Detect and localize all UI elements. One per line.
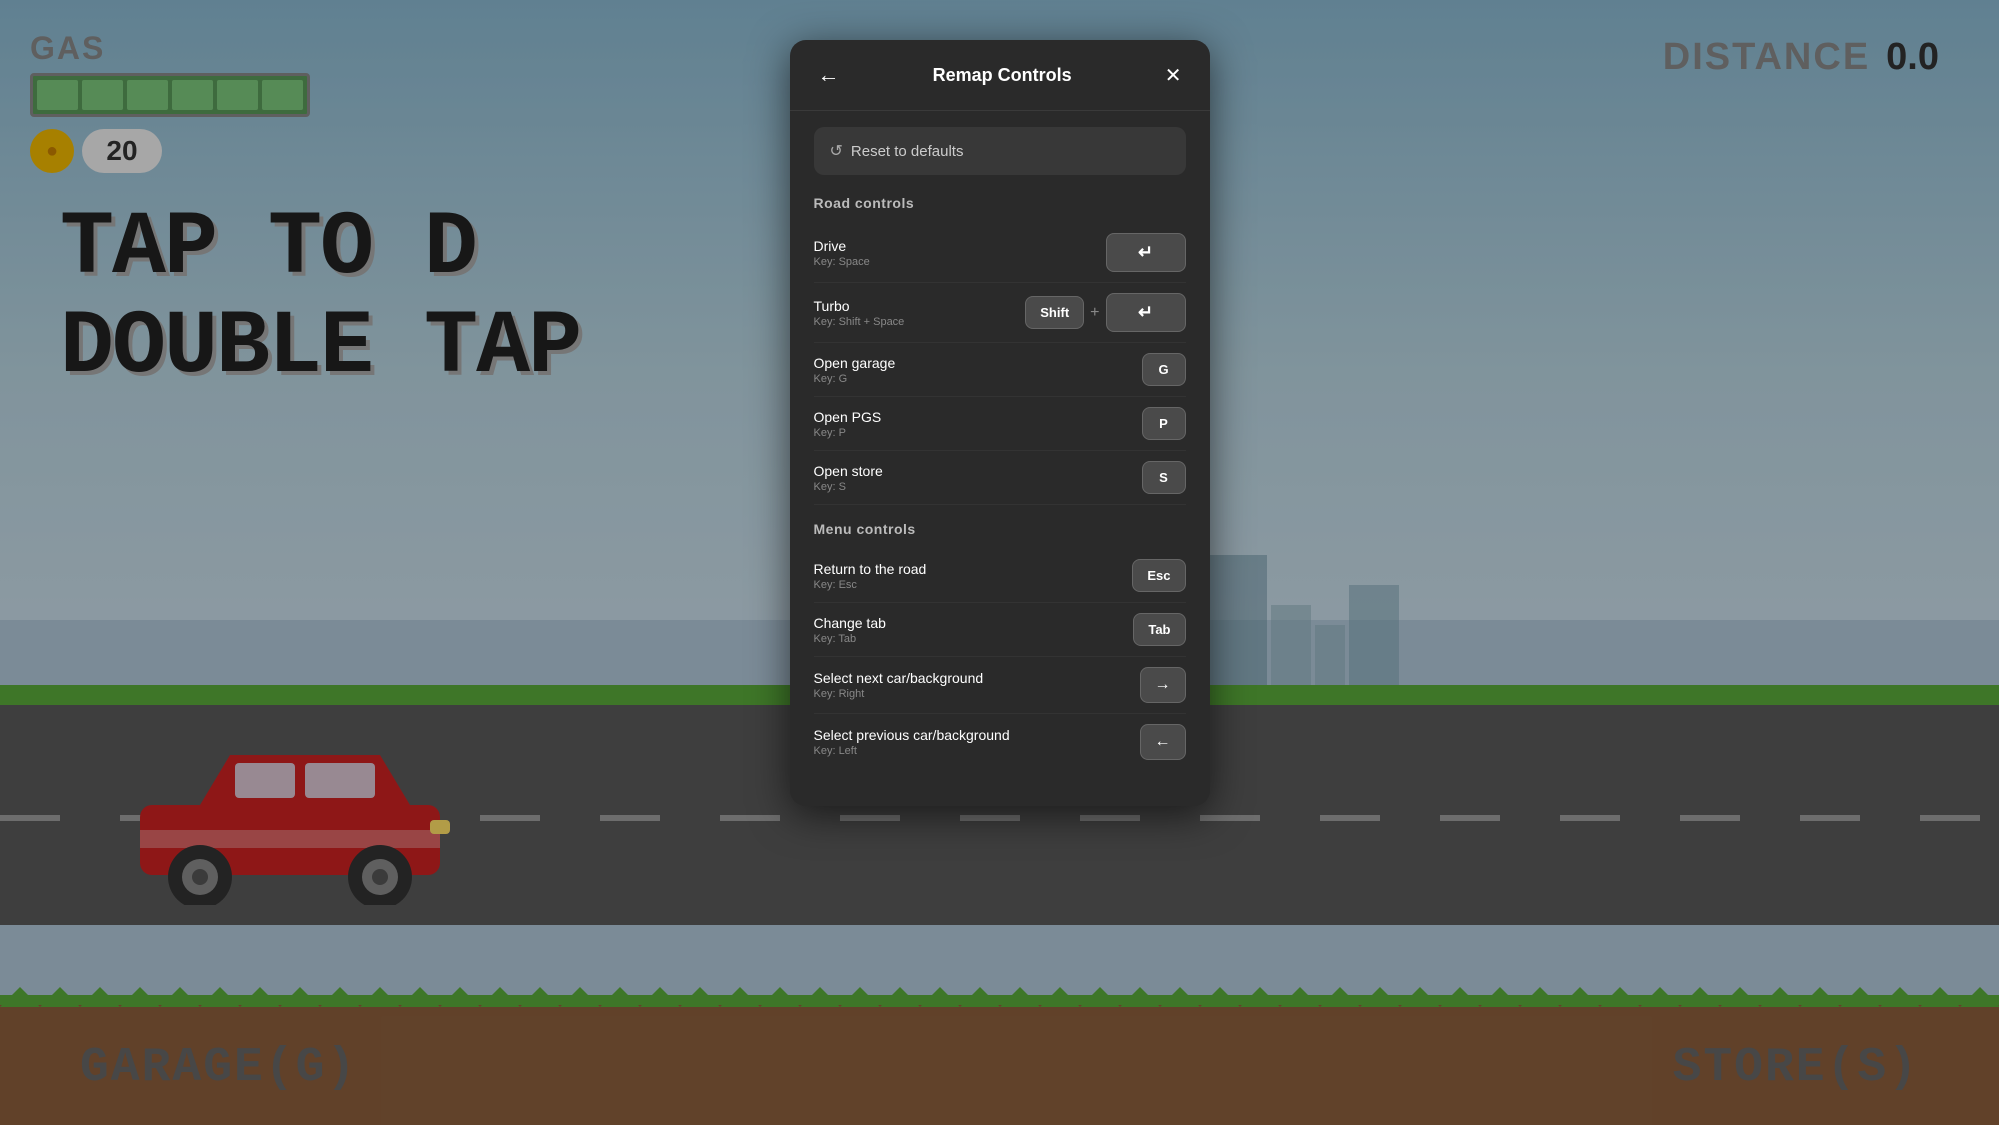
garage-name: Open garage [814, 355, 896, 371]
garage-key: Key: G [814, 373, 896, 385]
garage-key-button[interactable]: G [1142, 353, 1186, 386]
control-row-store: Open store Key: S S [814, 451, 1186, 505]
section-gap [814, 505, 1186, 521]
reset-defaults-button[interactable]: ↺ Reset to defaults [814, 127, 1186, 175]
pgs-key-button[interactable]: P [1142, 407, 1186, 440]
control-row-garage: Open garage Key: G G [814, 343, 1186, 397]
pgs-name: Open PGS [814, 409, 882, 425]
next-key-display: → [1140, 667, 1186, 703]
modal-body: ↺ Reset to defaults Road controls Drive … [790, 111, 1210, 786]
turbo-info: Turbo Key: Shift + Space [814, 298, 905, 328]
menu-controls-title: Menu controls [814, 521, 1186, 537]
remap-controls-modal: ← Remap Controls ✕ ↺ Reset to defaults R… [790, 40, 1210, 806]
turbo-key: Key: Shift + Space [814, 316, 905, 328]
next-key: Key: Right [814, 688, 984, 700]
turbo-key-display: Shift + ↵ [1025, 293, 1185, 332]
drive-name: Drive [814, 238, 870, 254]
turbo-plus: + [1090, 304, 1099, 322]
store-key-display: S [1142, 461, 1186, 494]
next-name: Select next car/background [814, 670, 984, 686]
control-row-turbo: Turbo Key: Shift + Space Shift + ↵ [814, 283, 1186, 343]
road-controls-title: Road controls [814, 195, 1186, 211]
prev-key: Key: Left [814, 745, 1010, 757]
prev-name: Select previous car/background [814, 727, 1010, 743]
control-row-prev: Select previous car/background Key: Left… [814, 714, 1186, 770]
prev-key-button[interactable]: ← [1140, 724, 1186, 760]
turbo-shift-button[interactable]: Shift [1025, 296, 1084, 329]
control-row-tab: Change tab Key: Tab Tab [814, 603, 1186, 657]
drive-info: Drive Key: Space [814, 238, 870, 268]
garage-key-display: G [1142, 353, 1186, 386]
control-row-drive: Drive Key: Space ↵ [814, 223, 1186, 283]
return-key: Key: Esc [814, 579, 927, 591]
pgs-key: Key: P [814, 427, 882, 439]
store-name: Open store [814, 463, 883, 479]
tab-key-button[interactable]: Tab [1133, 613, 1185, 646]
garage-info: Open garage Key: G [814, 355, 896, 385]
back-button[interactable]: ← [810, 58, 848, 92]
turbo-space-button[interactable]: ↵ [1106, 293, 1186, 332]
reset-icon: ↺ [830, 141, 843, 161]
return-info: Return to the road Key: Esc [814, 561, 927, 591]
pgs-info: Open PGS Key: P [814, 409, 882, 439]
return-key-display: Esc [1132, 559, 1185, 592]
store-info: Open store Key: S [814, 463, 883, 493]
reset-label: Reset to defaults [851, 143, 964, 160]
modal-title: Remap Controls [933, 65, 1072, 86]
tab-info: Change tab Key: Tab [814, 615, 886, 645]
return-key-button[interactable]: Esc [1132, 559, 1185, 592]
modal-header: ← Remap Controls ✕ [790, 40, 1210, 111]
control-row-pgs: Open PGS Key: P P [814, 397, 1186, 451]
control-row-return: Return to the road Key: Esc Esc [814, 549, 1186, 603]
prev-key-display: ← [1140, 724, 1186, 760]
store-key: Key: S [814, 481, 883, 493]
close-button[interactable]: ✕ [1157, 59, 1190, 92]
drive-key: Key: Space [814, 256, 870, 268]
tab-key-display: Tab [1133, 613, 1185, 646]
next-info: Select next car/background Key: Right [814, 670, 984, 700]
tab-name: Change tab [814, 615, 886, 631]
prev-info: Select previous car/background Key: Left [814, 727, 1010, 757]
store-key-button[interactable]: S [1142, 461, 1186, 494]
control-row-next: Select next car/background Key: Right → [814, 657, 1186, 714]
turbo-name: Turbo [814, 298, 905, 314]
return-name: Return to the road [814, 561, 927, 577]
drive-key-button[interactable]: ↵ [1106, 233, 1186, 272]
pgs-key-display: P [1142, 407, 1186, 440]
tab-key: Key: Tab [814, 633, 886, 645]
drive-key-display: ↵ [1106, 233, 1186, 272]
next-key-button[interactable]: → [1140, 667, 1186, 703]
